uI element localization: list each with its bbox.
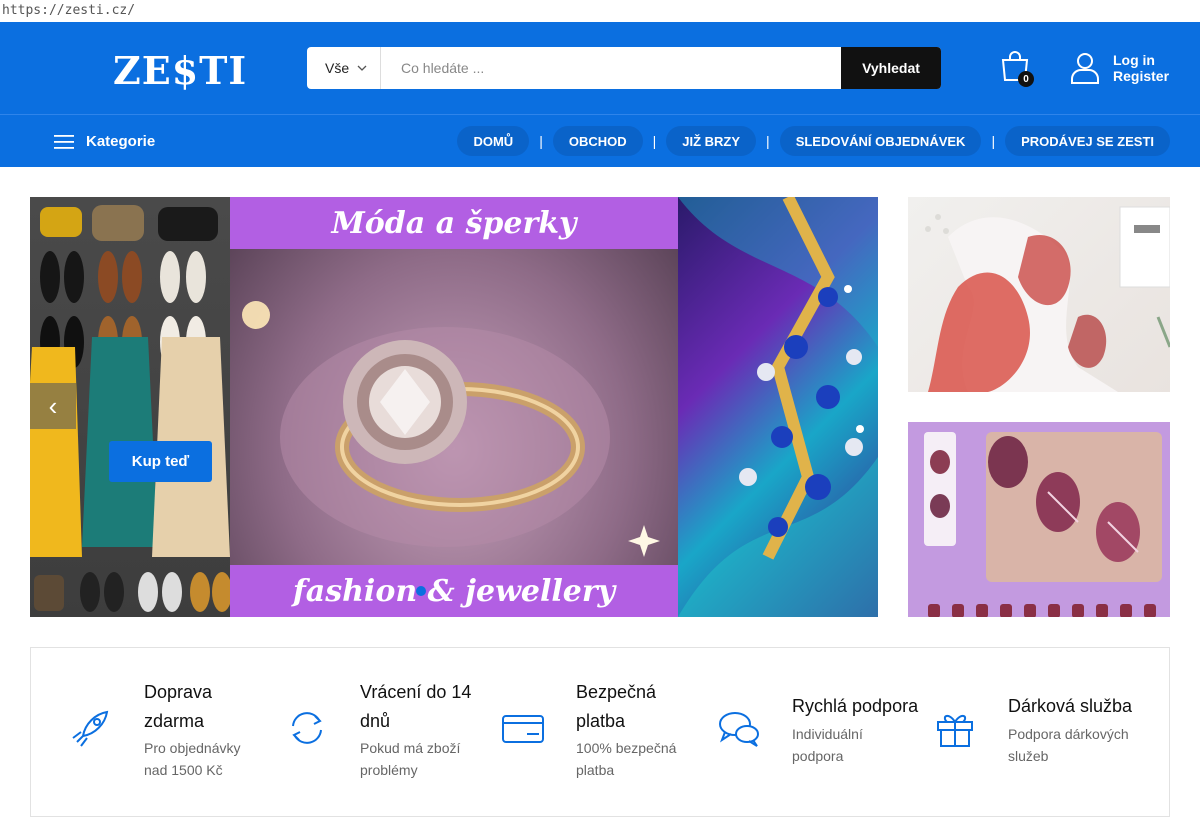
- cart-count-badge: 0: [1018, 71, 1034, 87]
- site-header: ZE$TI Vše Vyhledat 0 Log in Register: [0, 22, 1200, 114]
- chevron-down-icon: [357, 65, 367, 71]
- feature-title: Rychlá podpora: [792, 696, 919, 716]
- gift-icon: [937, 715, 973, 747]
- search-input[interactable]: [381, 47, 841, 89]
- search-button[interactable]: Vyhledat: [841, 47, 941, 89]
- nav-separator: |: [766, 133, 770, 149]
- feature-desc: Pro objednávky nad 1500 Kč: [144, 740, 241, 778]
- cart-button[interactable]: 0: [1000, 50, 1034, 88]
- categories-label: Kategorie: [86, 133, 156, 150]
- main-navigation: Kategorie DOMŮ | OBCHOD | JIŽ BRZY | SLE…: [0, 114, 1200, 167]
- nav-item-order-tracking[interactable]: SLEDOVÁNÍ OBJEDNÁVEK: [779, 126, 982, 156]
- features-strip: Doprava zdarma Pro objednávky nad 1500 K…: [30, 647, 1170, 817]
- user-account-icon[interactable]: [1070, 52, 1102, 86]
- credit-card-icon: [502, 715, 544, 743]
- hamburger-menu-icon: [54, 134, 74, 149]
- feature-desc: Individuální podpora: [792, 726, 863, 764]
- chat-icon: [719, 712, 759, 747]
- nav-separator: |: [991, 133, 996, 149]
- nav-item-coming-soon[interactable]: JIŽ BRZY: [666, 126, 757, 156]
- nav-separator: |: [652, 133, 657, 149]
- ring-image: Móda a šperky fashion & jewellery: [230, 197, 678, 617]
- login-link[interactable]: Log in: [1113, 52, 1169, 68]
- jewellery-necklace-image: [678, 197, 878, 617]
- slider-subtitle: fashion & jewellery: [230, 565, 678, 617]
- refresh-icon: [292, 712, 322, 744]
- rocket-icon: [72, 710, 109, 747]
- chevron-left-icon: ‹: [48, 390, 58, 421]
- feature-title: Vrácení do 14 dnů: [360, 682, 472, 731]
- nav-menu: DOMŮ | OBCHOD | JIŽ BRZY | SLEDOVÁNÍ OBJ…: [457, 126, 1170, 156]
- nav-item-home[interactable]: DOMŮ: [457, 126, 530, 156]
- buy-now-button[interactable]: Kup teď: [109, 441, 212, 482]
- feature-title: Bezpečná platba: [576, 682, 657, 731]
- search-category-select[interactable]: Vše: [307, 47, 381, 89]
- register-link[interactable]: Register: [1113, 68, 1169, 84]
- slider-title: Móda a šperky: [230, 197, 678, 249]
- slider-dot-active[interactable]: [416, 586, 426, 596]
- nav-separator: |: [539, 133, 543, 149]
- nav-item-shop[interactable]: OBCHOD: [552, 126, 643, 156]
- search-bar: Vše Vyhledat: [307, 47, 941, 89]
- feature-desc: Podpora dárkových služeb: [1008, 726, 1129, 764]
- slider-prev-arrow[interactable]: ‹: [30, 383, 76, 429]
- search-category-label: Vše: [325, 60, 350, 76]
- feature-title: Dárková služba: [1008, 696, 1133, 716]
- feature-title: Doprava zdarma: [144, 682, 213, 731]
- feature-desc: Pokud má zboží problémy: [360, 740, 461, 778]
- feature-desc: 100% bezpečná platba: [576, 740, 677, 778]
- categories-toggle[interactable]: Kategorie: [54, 115, 155, 168]
- auth-links: Log in Register: [1113, 52, 1169, 84]
- hero-slider: Móda a šperky fashion & jewellery ‹ Kup …: [30, 197, 878, 617]
- scarf-banner[interactable]: [908, 197, 1170, 392]
- site-logo[interactable]: ZE$TI: [113, 48, 247, 93]
- press-on-nails-banner[interactable]: [908, 422, 1170, 617]
- browser-url[interactable]: https://zesti.cz/: [0, 0, 1200, 22]
- nav-item-sell-with-zesti[interactable]: PRODÁVEJ SE ZESTI: [1005, 126, 1170, 156]
